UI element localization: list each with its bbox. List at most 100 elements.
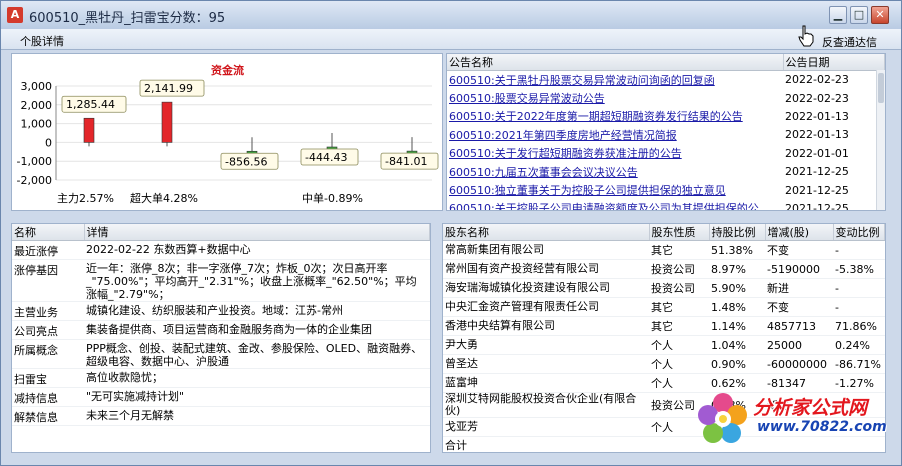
table-row[interactable]: 曾圣达 个人 0.90% -60000000 -86.71% [443,354,885,374]
category-label: 超大单4.28% [130,191,198,205]
reverse-lookup-button[interactable]: 反查通达信 [822,34,877,50]
announcement-title[interactable]: 600510:关于黑牡丹股票交易异常波动问询函的回复函 [447,71,783,89]
detail-key: 公司亮点 [12,320,84,340]
menu-stock-detail[interactable]: 个股详情 [20,33,64,49]
announcement-title[interactable]: 600510:关于发行超短期融资券获准注册的公告 [447,144,783,162]
y-tick-label: -1,000 [17,155,52,168]
announcement-list: 公告名称 公告日期 600510:关于黑牡丹股票交易异常波动问询函的回复函 202… [446,53,886,211]
holder-change: -60000000 [765,354,833,374]
window-title: 600510_黑牡丹_扫雷宝分数：95 [29,11,226,26]
table-row[interactable]: 中央汇金资产管理有限责任公司 其它 1.48% 不变 - [443,297,885,317]
holder-type: 个人 [649,354,709,374]
announcement-title[interactable]: 600510:关于2022年度第一期超短期融资券发行结果的公告 [447,107,783,125]
y-tick-label: 3,000 [21,80,53,93]
holder-ratio: 1.48% [709,297,765,317]
holder-ratio: 51.38% [709,240,765,260]
holder-change-ratio: - [833,278,885,298]
holder-name: 尹大勇 [443,335,649,355]
table-row: 所属概念 PPP概念、创投、装配式建筑、金改、参股保险、OLED、融资融券、超级电… [12,339,430,369]
holder-ratio: 5.90% [709,278,765,298]
minimize-button[interactable]: ▁ [829,6,847,24]
holder-change-ratio: 71.86% [833,316,885,336]
detail-value: "无可实施减持计划" [84,387,430,407]
holder-name: 蓝富坤 [443,373,649,393]
y-tick-label: -2,000 [17,174,52,187]
announcement-date: 2022-01-13 [785,109,849,123]
table-row[interactable]: 香港中央结算有限公司 其它 1.14% 4857713 71.86% [443,316,885,336]
watermark-url: www.70822.com [757,419,887,435]
y-tick-label: 1,000 [21,118,53,131]
maximize-button[interactable]: □ [850,6,868,24]
table-row[interactable]: 600510:关于2022年度第一期超短期融资券发行结果的公告 2022-01-1… [447,107,885,125]
holder-name: 深圳艾特网能股权投资合伙企业(有限合伙) [443,392,649,418]
announcement-date: 2021-12-25 [785,183,849,197]
col-announcement-date[interactable]: 公告日期 [783,54,885,71]
detail-value: 近一年：涨停_8次；非一字涨停_7次；炸板_0次；次日高开率_"75.00%"；… [84,259,430,302]
announcement-date: 2022-01-13 [785,128,849,142]
holder-change-ratio: -86.71% [833,354,885,374]
announcement-title[interactable]: 600510:2021年第四季度房地产经营情况简报 [447,126,783,144]
announcement-title[interactable]: 600510:独立董事关于为控股子公司提供担保的独立意见 [447,181,783,199]
announcement-date: 2022-02-23 [785,73,849,87]
holder-change: 4857713 [765,316,833,336]
holder-type: 其它 [649,316,709,336]
col-holder-change-ratio[interactable]: 变动比例 [833,224,885,241]
table-row[interactable]: 海安瑞海城镇化投资建设有限公司 投资公司 5.90% 新进 - [443,278,885,298]
data-label: -856.56 [225,155,267,168]
col-holder-change[interactable]: 增减(股) [765,224,834,241]
holder-name: 海安瑞海城镇化投资建设有限公司 [443,278,649,298]
detail-value: 未来三个月无解禁 [84,406,430,426]
table-row[interactable]: 常高新集团有限公司 其它 51.38% 不变 - [443,240,885,260]
announcement-title[interactable]: 600510:关于控股子公司申请融资额度及公司为其提供担保的公 [447,199,783,210]
table-row[interactable]: 600510:关于黑牡丹股票交易异常波动问询函的回复函 2022-02-23 [447,71,885,89]
data-label: -841.01 [385,155,427,168]
hand-cursor-icon [798,25,814,47]
table-row: 最近涨停 2022-02-22 东数西算+数据中心 [12,240,430,260]
table-row: 涨停基因 近一年：涨停_8次；非一字涨停_7次；炸板_0次；次日高开率_"75.0… [12,259,430,302]
detail-key: 所属概念 [12,339,84,369]
announcement-date: 2021-12-25 [785,165,849,179]
detail-key: 解禁信息 [12,406,84,426]
announcement-scrollbar[interactable] [876,70,885,210]
holder-change-ratio: 0.24% [833,335,885,355]
col-detail-info[interactable]: 详情 [84,224,430,241]
holder-name: 香港中央结算有限公司 [443,316,649,336]
table-row[interactable]: 尹大勇 个人 1.04% 25000 0.24% [443,335,885,355]
title-bar[interactable]: A 600510_黑牡丹_扫雷宝分数：95 ▁ □ ✕ [1,1,901,29]
table-row: 解禁信息 未来三个月无解禁 [12,406,430,426]
holder-change-ratio: - [833,240,885,260]
y-tick-label: 0 [45,136,52,149]
detail-value: 高位收款隐忧； [84,368,430,388]
col-holder-type[interactable]: 股东性质 [649,224,710,241]
holder-change: 不变 [765,240,833,260]
data-label: 1,285.44 [66,98,115,111]
flower-logo-icon [698,393,747,443]
detail-value: 集装备提供商、项目运营商和金融服务商为一体的企业集团 [84,320,430,340]
announcement-title[interactable]: 600510:股票交易异常波动公告 [447,89,783,107]
detail-value: 城镇化建设、纺织服装和产业投资。地域：江苏-常州 [84,301,430,321]
table-row[interactable]: 600510:关于发行超短期融资券获准注册的公告 2022-01-01 [447,144,885,162]
table-row[interactable]: 600510:2021年第四季度房地产经营情况简报 2022-01-13 [447,126,885,144]
table-row[interactable]: 600510:九届五次董事会会议决议公告 2021-12-25 [447,162,885,180]
announcement-date: 2021-12-25 [785,201,849,211]
table-row[interactable]: 600510:股票交易异常波动公告 2022-02-23 [447,89,885,107]
table-row: 公司亮点 集装备提供商、项目运营商和金融服务商为一体的企业集团 [12,320,430,340]
holder-ratio: 0.90% [709,354,765,374]
col-holder-name[interactable]: 股东名称 [443,224,650,241]
main-window: A 600510_黑牡丹_扫雷宝分数：95 ▁ □ ✕ 个股详情 反查通达信 资… [0,0,902,466]
holder-change: -5190000 [765,259,833,279]
announcement-title[interactable]: 600510:九届五次董事会会议决议公告 [447,162,783,180]
holder-type: 投资公司 [649,278,709,298]
watermark-brand: 分析家公式网 [753,397,868,419]
col-detail-name[interactable]: 名称 [12,224,85,241]
detail-key: 最近涨停 [12,240,84,260]
holder-ratio: 1.14% [709,316,765,336]
col-holder-ratio[interactable]: 持股比例 [709,224,766,241]
table-row[interactable]: 600510:独立董事关于为控股子公司提供担保的独立意见 2021-12-25 [447,181,885,199]
holder-change-ratio: -5.38% [833,259,885,279]
table-row[interactable]: 常州国有资产投资经营有限公司 投资公司 8.97% -5190000 -5.38% [443,259,885,279]
col-announcement-name[interactable]: 公告名称 [447,54,784,71]
holder-change-ratio: - [833,297,885,317]
table-row[interactable]: 600510:关于控股子公司申请融资额度及公司为其提供担保的公 2021-12-2… [447,199,885,211]
close-button[interactable]: ✕ [871,6,889,24]
